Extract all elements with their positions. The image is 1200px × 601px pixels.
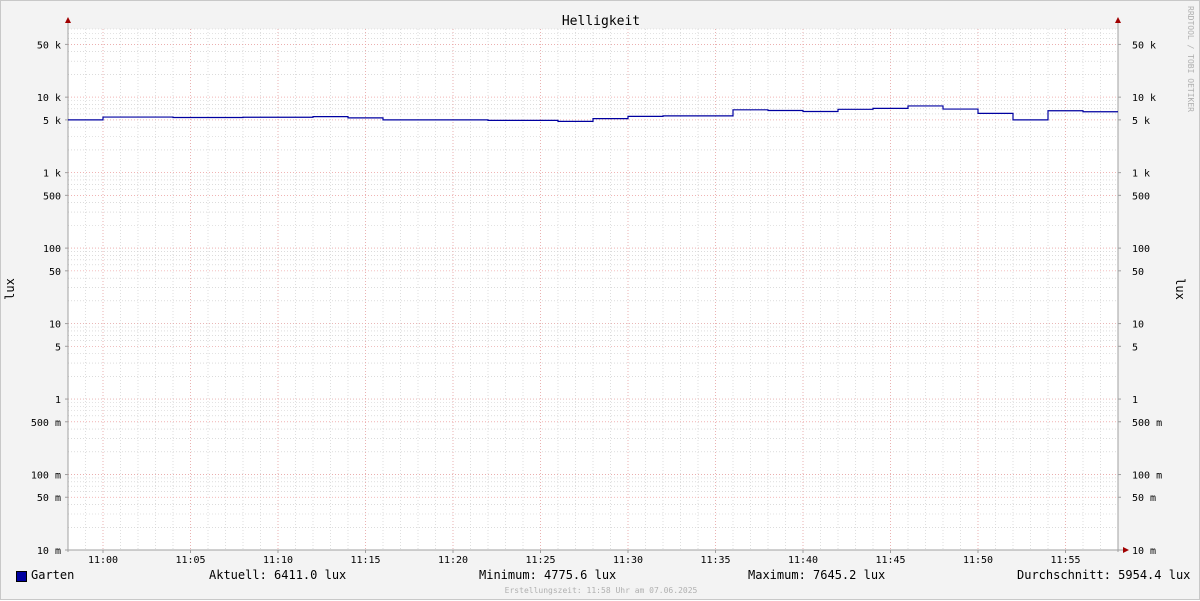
y-tick-label-right: 100 m xyxy=(1132,471,1162,482)
y-tick-label-left: 50 k xyxy=(37,40,61,51)
grid xyxy=(68,29,1118,550)
x-tick-label: 11:15 xyxy=(350,555,380,566)
y-tick-label-left: 100 m xyxy=(31,471,61,482)
rrdtool-watermark: RRDTOOL / TOBI OETIKER xyxy=(1186,6,1195,112)
y-tick-label-right: 500 m xyxy=(1132,418,1162,429)
y-axis-label-right: lux xyxy=(1173,278,1187,300)
legend-swatch-garten xyxy=(16,571,27,582)
x-tick-label: 11:00 xyxy=(88,555,118,566)
y-tick-label-left: 500 m xyxy=(31,418,61,429)
y-axis-arrow-left xyxy=(65,17,71,23)
y-tick-label-left: 5 xyxy=(55,342,61,353)
legend-average: Durchschnitt: 5954.4 lux xyxy=(1017,568,1190,584)
y-tick-label-right: 10 xyxy=(1132,320,1144,331)
x-tick-label: 11:50 xyxy=(963,555,993,566)
legend-maximum: Maximum: 7645.2 lux xyxy=(748,568,885,584)
legend-minimum: Minimum: 4775.6 lux xyxy=(479,568,616,584)
y-tick-label-left: 10 m xyxy=(37,546,61,557)
graph-frame: 50 k 50 k 10 k 10 k 5 k 5 k 1 k 1 k 500 500 100 100… xyxy=(0,0,1200,600)
y-tick-label-right: 500 xyxy=(1132,191,1150,202)
legend-current: Aktuell: 6411.0 lux xyxy=(209,568,346,584)
legend-series-name: Garten xyxy=(31,568,74,584)
x-tick-label: 11:45 xyxy=(875,555,905,566)
y-tick-label-right: 5 xyxy=(1132,342,1138,353)
y-tick-label-right: 50 xyxy=(1132,267,1144,278)
x-tick-label: 11:55 xyxy=(1050,555,1080,566)
y-tick-label-left: 5 k xyxy=(43,116,61,127)
creation-time-footer: Erstellungszeit: 11:58 Uhr am 07.06.2025 xyxy=(1,586,1200,595)
y-tick-label-right: 100 xyxy=(1132,244,1150,255)
x-tick-label: 11:35 xyxy=(700,555,730,566)
x-tick-label: 11:40 xyxy=(788,555,818,566)
x-tick-label: 11:05 xyxy=(175,555,205,566)
y-tick-label-left: 1 xyxy=(55,395,61,406)
x-tick-label: 11:10 xyxy=(263,555,293,566)
y-tick-label-right: 1 xyxy=(1132,395,1138,406)
y-tick-label-right: 5 k xyxy=(1132,116,1150,127)
y-tick-label-left: 500 xyxy=(43,191,61,202)
y-tick-label-left: 10 xyxy=(49,320,61,331)
y-tick-label-left: 50 xyxy=(49,267,61,278)
x-tick-label: 11:20 xyxy=(438,555,468,566)
y-tick-label-right: 1 k xyxy=(1132,169,1150,180)
x-tick-label: 11:25 xyxy=(525,555,555,566)
y-tick-label-left: 100 xyxy=(43,244,61,255)
y-tick-label-right: 10 k xyxy=(1132,93,1156,104)
x-axis-arrow xyxy=(1123,547,1129,553)
y-tick-label-right: 50 k xyxy=(1132,40,1156,51)
chart-svg: 50 k 50 k 10 k 10 k 5 k 5 k 1 k 1 k 500 500 100 100… xyxy=(1,1,1200,601)
x-tick-label: 11:30 xyxy=(613,555,643,566)
y-tick-label-right: 50 m xyxy=(1132,493,1156,504)
y-tick-label-left: 50 m xyxy=(37,493,61,504)
chart-title: Helligkeit xyxy=(562,14,640,29)
y-tick-label-left: 1 k xyxy=(43,169,61,180)
y-axis-arrow-right xyxy=(1115,17,1121,23)
y-tick-label-left: 10 k xyxy=(37,93,61,104)
y-axis-label-left: lux xyxy=(3,278,17,300)
y-tick-label-right: 10 m xyxy=(1132,546,1156,557)
